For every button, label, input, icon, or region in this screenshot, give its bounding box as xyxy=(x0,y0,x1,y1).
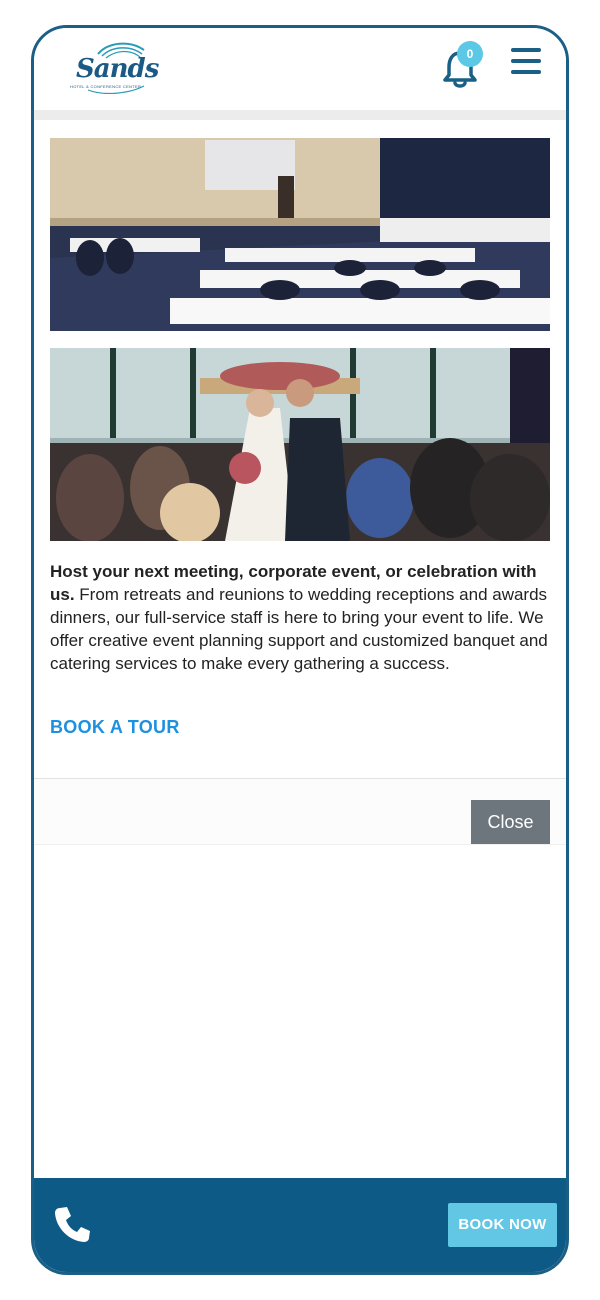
banquet-hall-photo xyxy=(50,138,550,331)
logo-tagline: HOTEL & CONFERENCE CENTER xyxy=(70,84,142,89)
notification-badge: 0 xyxy=(457,41,483,67)
book-now-button[interactable]: BOOK NOW xyxy=(448,1203,557,1247)
book-a-tour-link[interactable]: BOOK A TOUR xyxy=(50,717,180,738)
hamburger-menu-icon[interactable] xyxy=(511,48,541,76)
wedding-ceremony-photo xyxy=(50,348,550,541)
site-header: Sands HOTEL & CONFERENCE CENTER 0 xyxy=(34,28,566,110)
event-description-body: From retreats and reunions to wedding re… xyxy=(50,585,548,673)
sticky-footer-bar: BOOK NOW xyxy=(34,1178,566,1272)
header-divider xyxy=(34,110,566,120)
phone-icon[interactable] xyxy=(52,1204,92,1244)
logo-wordmark: Sands xyxy=(76,54,159,84)
sands-logo[interactable]: Sands HOTEL & CONFERENCE CENTER xyxy=(68,40,159,94)
close-button[interactable]: Close xyxy=(471,800,550,844)
mobile-frame: Sands HOTEL & CONFERENCE CENTER 0 Host y… xyxy=(31,25,569,1275)
event-description: Host your next meeting, corporate event,… xyxy=(50,560,550,675)
